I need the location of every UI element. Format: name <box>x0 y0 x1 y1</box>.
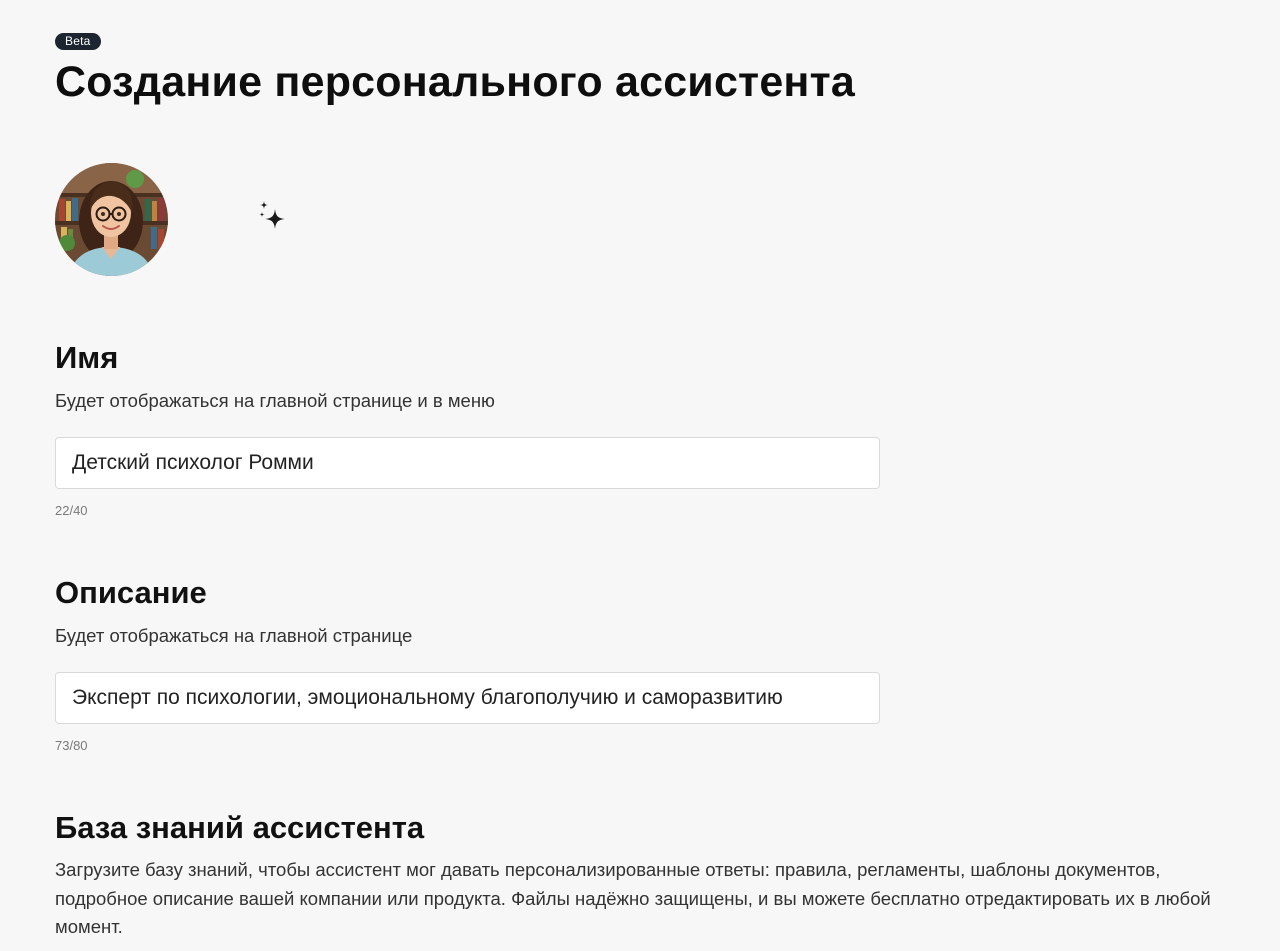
name-section-hint: Будет отображаться на главной странице и… <box>55 390 495 411</box>
sparkles-icon <box>259 201 285 229</box>
knowledge-base-title: База знаний ассистента <box>55 810 425 845</box>
description-input[interactable] <box>55 672 880 724</box>
name-char-counter: 22/40 <box>55 503 88 518</box>
name-section-title: Имя <box>55 340 119 375</box>
page-title: Создание персонального ассистента <box>55 58 855 106</box>
generate-avatar-button[interactable] <box>254 200 290 236</box>
description-char-counter: 73/80 <box>55 738 88 753</box>
description-section-hint: Будет отображаться на главной странице <box>55 625 413 646</box>
knowledge-base-description: Загрузите базу знаний, чтобы ассистент м… <box>55 859 1211 937</box>
avatar-image <box>55 163 168 276</box>
assistant-avatar[interactable] <box>55 163 168 276</box>
description-section-title: Описание <box>55 575 207 610</box>
name-input[interactable] <box>55 437 880 489</box>
beta-badge: Beta <box>55 33 101 50</box>
